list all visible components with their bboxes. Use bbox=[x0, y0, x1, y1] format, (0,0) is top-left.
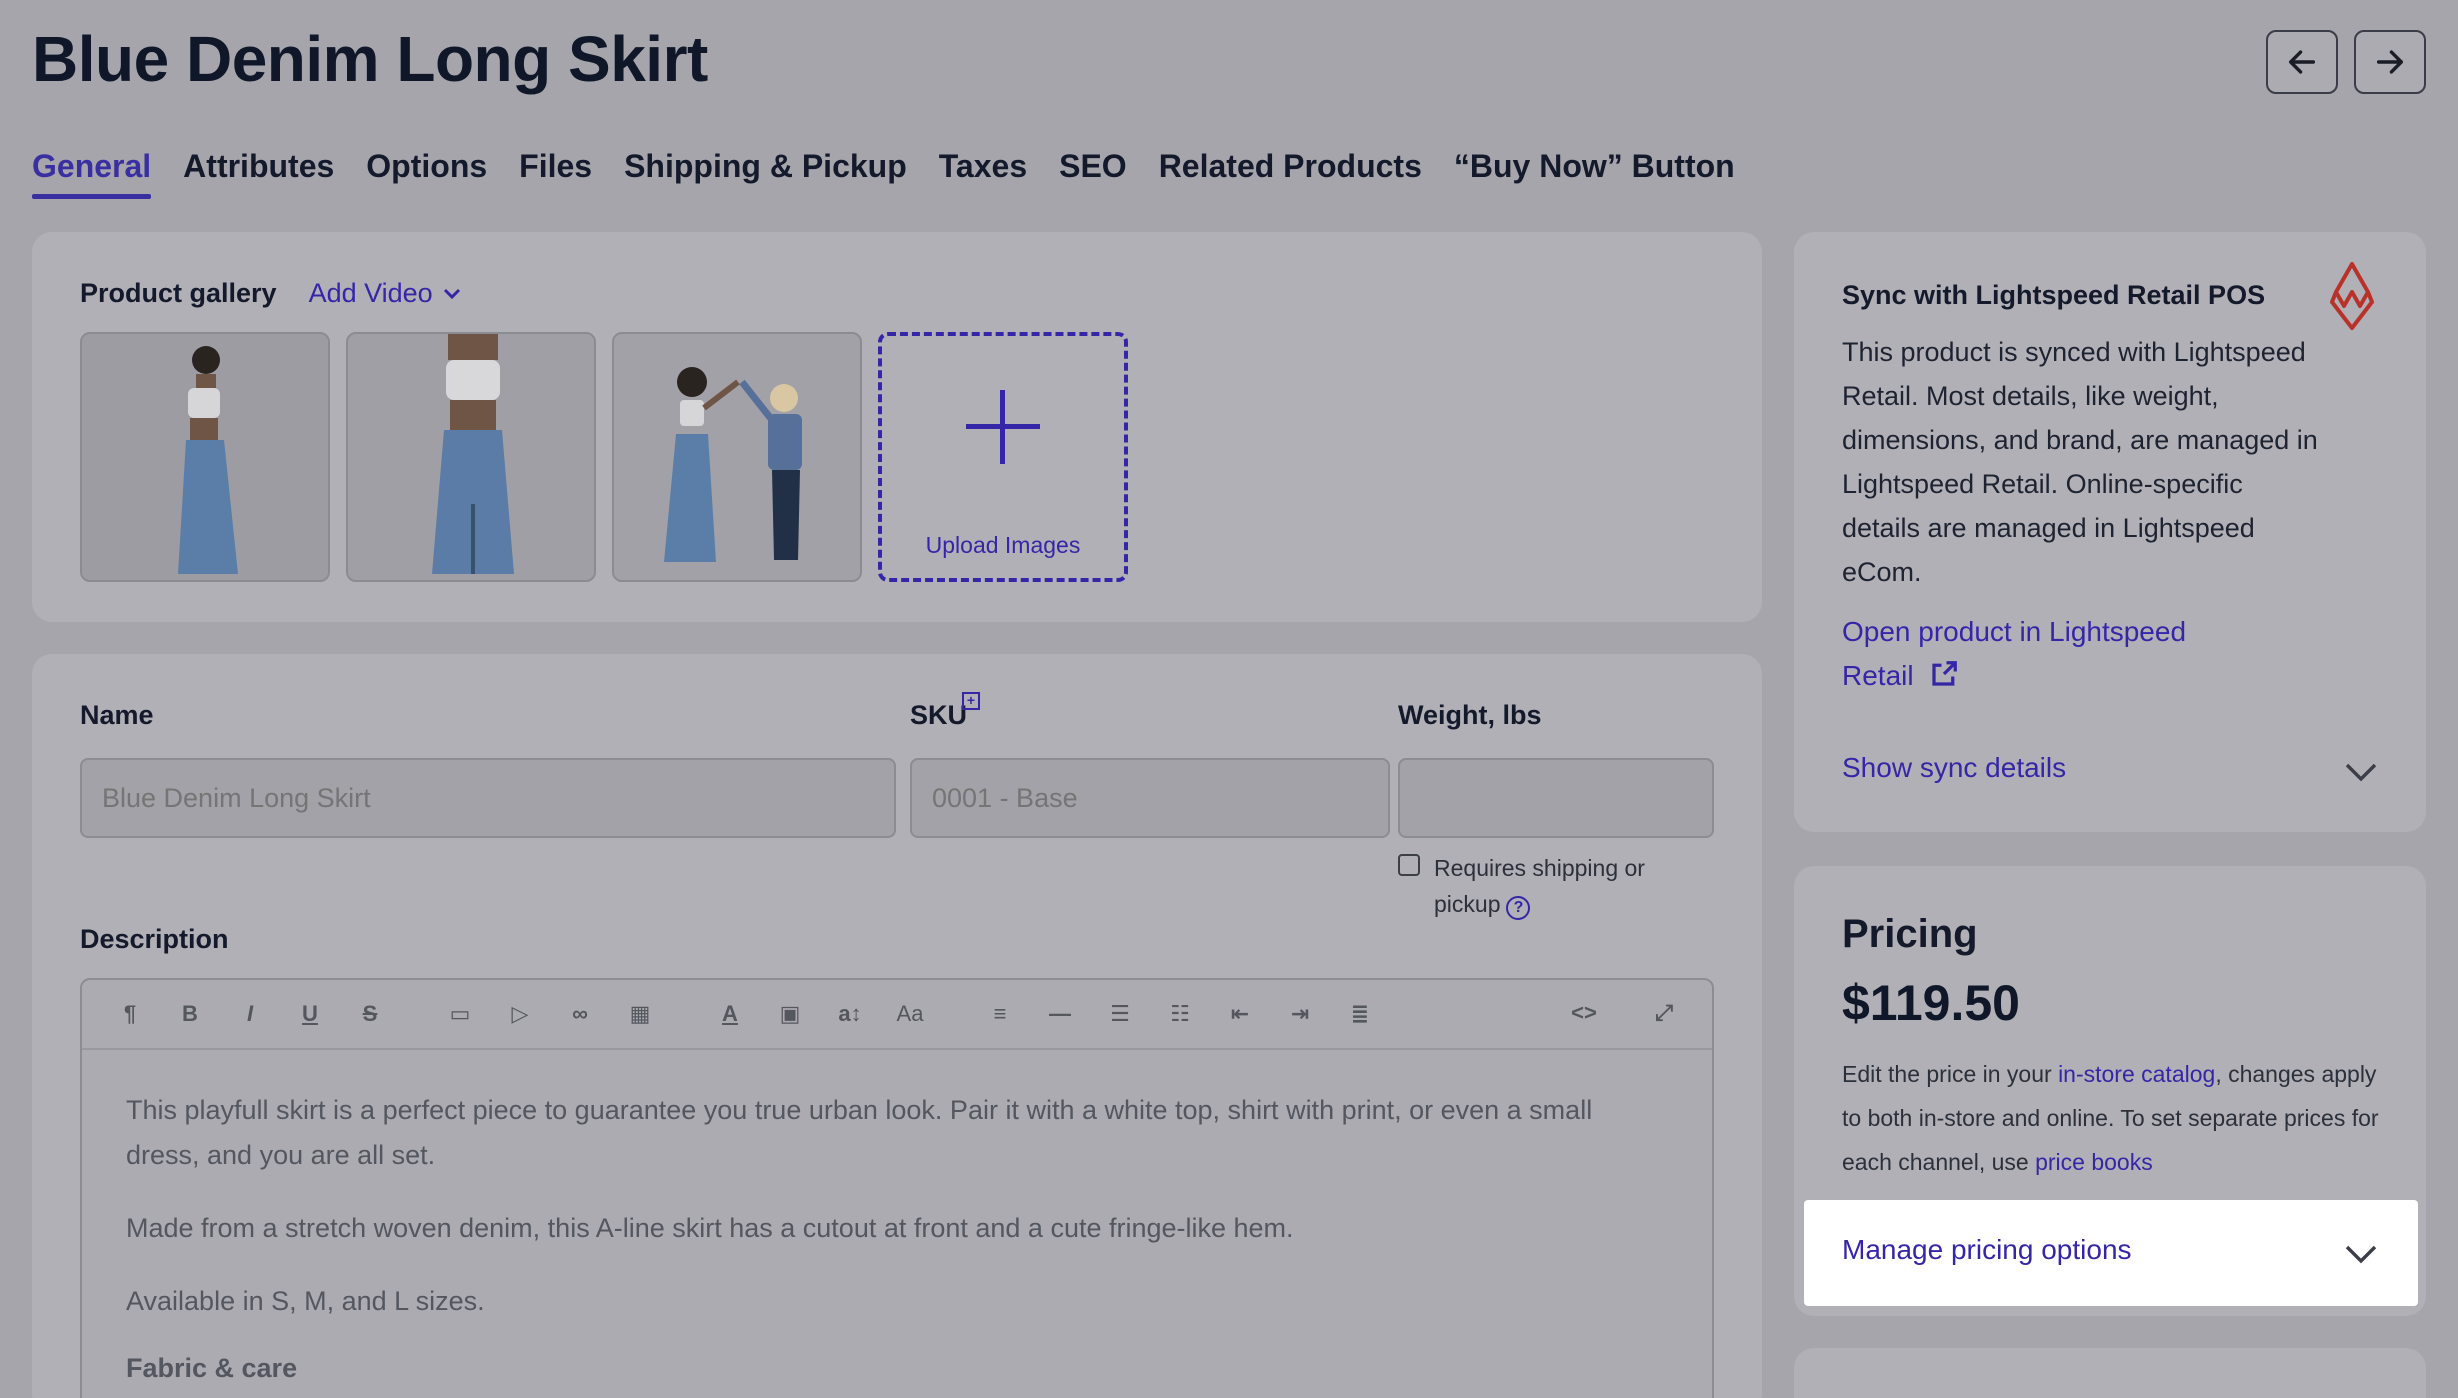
table-icon[interactable]: ▦ bbox=[610, 1001, 670, 1027]
chevron-down-icon bbox=[443, 288, 460, 299]
tab-related-products[interactable]: Related Products bbox=[1159, 148, 1422, 195]
tab-options[interactable]: Options bbox=[366, 148, 487, 195]
numbered-list-icon[interactable]: ☷ bbox=[1150, 1001, 1210, 1027]
background-color-icon[interactable]: ▣ bbox=[760, 1001, 820, 1027]
link-icon[interactable]: ∞ bbox=[550, 1001, 610, 1027]
gallery-title: Product gallery bbox=[80, 278, 277, 308]
in-store-catalog-link[interactable]: in-store catalog bbox=[2058, 1061, 2215, 1087]
description-paragraph: This playfull skirt is a perfect piece t… bbox=[126, 1095, 1593, 1170]
open-in-lightspeed-link[interactable]: Open product in Lightspeed Retail bbox=[1842, 610, 2242, 698]
editor-toolbar: ¶ B I U S ▭ ▷ ∞ ▦ A ▣ a↕ Aa ≡ — ☰ ☷ ⇤ ⇥ … bbox=[82, 980, 1712, 1050]
description-content[interactable]: This playfull skirt is a perfect piece t… bbox=[82, 1050, 1712, 1391]
tab-attributes[interactable]: Attributes bbox=[183, 148, 334, 195]
name-input[interactable] bbox=[80, 758, 896, 838]
paragraph-icon[interactable]: ¶ bbox=[100, 1001, 160, 1027]
video-icon[interactable]: ▷ bbox=[490, 1001, 550, 1027]
arrow-left-icon bbox=[2288, 50, 2316, 74]
help-icon[interactable]: ? bbox=[1506, 896, 1531, 920]
product-price: $119.50 bbox=[1842, 975, 2020, 1031]
gallery-image-2[interactable] bbox=[346, 332, 596, 582]
underline-icon[interactable]: U bbox=[280, 1001, 340, 1027]
add-video-dropdown[interactable]: Add Video bbox=[309, 278, 461, 309]
next-product-button[interactable] bbox=[2354, 30, 2426, 94]
model-front-photo bbox=[348, 334, 594, 580]
code-view-icon[interactable]: <> bbox=[1554, 1000, 1614, 1026]
chevron-down-icon[interactable] bbox=[2344, 762, 2378, 784]
page-title: Blue Denim Long Skirt bbox=[32, 23, 708, 95]
indent-icon[interactable]: ⇥ bbox=[1270, 1001, 1330, 1027]
plus-icon bbox=[966, 390, 1040, 464]
outdent-icon[interactable]: ⇤ bbox=[1210, 1001, 1270, 1027]
product-editor-page: Blue Denim Long Skirt General Attributes… bbox=[0, 0, 2458, 1398]
text-color-icon[interactable]: A bbox=[700, 1001, 760, 1027]
tab-general[interactable]: General bbox=[32, 148, 152, 199]
tab-buy-now-button[interactable]: “Buy Now” Button bbox=[1454, 148, 1735, 195]
manage-pricing-options-toggle[interactable]: Manage pricing options bbox=[1804, 1200, 2418, 1306]
sync-description: This product is synced with Lightspeed R… bbox=[1842, 337, 2318, 587]
lightspeed-sync-card: Sync with Lightspeed Retail POS This pro… bbox=[1794, 232, 2426, 832]
sync-title: Sync with Lightspeed Retail POS bbox=[1842, 280, 2266, 310]
arrow-right-icon bbox=[2376, 50, 2404, 74]
bullet-list-icon[interactable]: ☰ bbox=[1090, 1001, 1150, 1027]
lightspeed-flame-icon bbox=[2330, 262, 2374, 330]
previous-product-button[interactable] bbox=[2266, 30, 2338, 94]
tab-seo[interactable]: SEO bbox=[1059, 148, 1127, 195]
product-details-card: Name SKU + Weight, lbs Requires shipping… bbox=[32, 654, 1762, 1398]
sku-label: SKU bbox=[910, 700, 968, 730]
tab-files[interactable]: Files bbox=[519, 148, 592, 195]
tab-shipping-pickup[interactable]: Shipping & Pickup bbox=[624, 148, 907, 195]
pricing-title: Pricing bbox=[1842, 912, 1978, 956]
product-tabs: General Attributes Options Files Shippin… bbox=[32, 148, 1735, 199]
description-paragraph: Available in S, M, and L sizes. bbox=[126, 1286, 485, 1316]
two-models-photo bbox=[614, 334, 860, 580]
requires-shipping-label: Requires shipping or pickup? bbox=[1434, 850, 1664, 922]
gallery-image-1[interactable] bbox=[80, 332, 330, 582]
open-in-lightspeed-label: Open product in Lightspeed Retail bbox=[1842, 616, 2187, 691]
pricing-note-text: Edit the price in your bbox=[1842, 1061, 2059, 1087]
description-editor[interactable]: ¶ B I U S ▭ ▷ ∞ ▦ A ▣ a↕ Aa ≡ — ☰ ☷ ⇤ ⇥ … bbox=[80, 978, 1714, 1398]
description-paragraph: Made from a stretch woven denim, this A-… bbox=[126, 1213, 1294, 1243]
horizontal-rule-icon[interactable]: — bbox=[1030, 1001, 1090, 1027]
line-height-icon[interactable]: ≣ bbox=[1330, 1001, 1390, 1027]
italic-icon[interactable]: I bbox=[220, 1001, 280, 1027]
model-side-photo bbox=[82, 334, 328, 580]
add-video-label: Add Video bbox=[308, 278, 433, 308]
chevron-down-icon bbox=[2345, 1245, 2377, 1264]
fullscreen-icon[interactable]: ⤢ bbox=[1634, 1000, 1694, 1026]
requires-shipping-checkbox[interactable] bbox=[1398, 854, 1420, 876]
upload-images-button[interactable]: Upload Images bbox=[878, 332, 1128, 582]
description-label: Description bbox=[80, 924, 229, 954]
tab-taxes[interactable]: Taxes bbox=[939, 148, 1027, 195]
bold-icon[interactable]: B bbox=[160, 1001, 220, 1027]
price-books-link[interactable]: price books bbox=[2035, 1149, 2153, 1175]
name-label: Name bbox=[80, 700, 154, 730]
sku-input[interactable] bbox=[910, 758, 1390, 838]
weight-input[interactable] bbox=[1398, 758, 1714, 838]
upload-images-label: Upload Images bbox=[925, 532, 1081, 558]
pricing-note: Edit the price in your in-store catalog,… bbox=[1842, 1052, 2382, 1184]
weight-label: Weight, lbs bbox=[1398, 700, 1542, 730]
strikethrough-icon[interactable]: S bbox=[340, 1001, 400, 1027]
manage-pricing-options-label: Manage pricing options bbox=[1842, 1234, 2132, 1265]
next-card bbox=[1794, 1348, 2426, 1398]
description-heading: Fabric & care bbox=[126, 1353, 298, 1383]
external-link-icon bbox=[1932, 661, 1958, 686]
gallery-image-3[interactable] bbox=[612, 332, 862, 582]
sku-info-icon[interactable]: + bbox=[962, 692, 980, 710]
font-size-icon[interactable]: a↕ bbox=[820, 1001, 880, 1027]
requires-shipping-text: Requires shipping or pickup bbox=[1434, 855, 1645, 917]
show-sync-details-toggle[interactable]: Show sync details bbox=[1842, 752, 2066, 784]
align-icon[interactable]: ≡ bbox=[970, 1001, 1030, 1027]
product-gallery-card: Product gallery Add Video Upload Images bbox=[32, 232, 1762, 622]
font-family-icon[interactable]: Aa bbox=[880, 1001, 940, 1027]
image-icon[interactable]: ▭ bbox=[430, 1001, 490, 1027]
